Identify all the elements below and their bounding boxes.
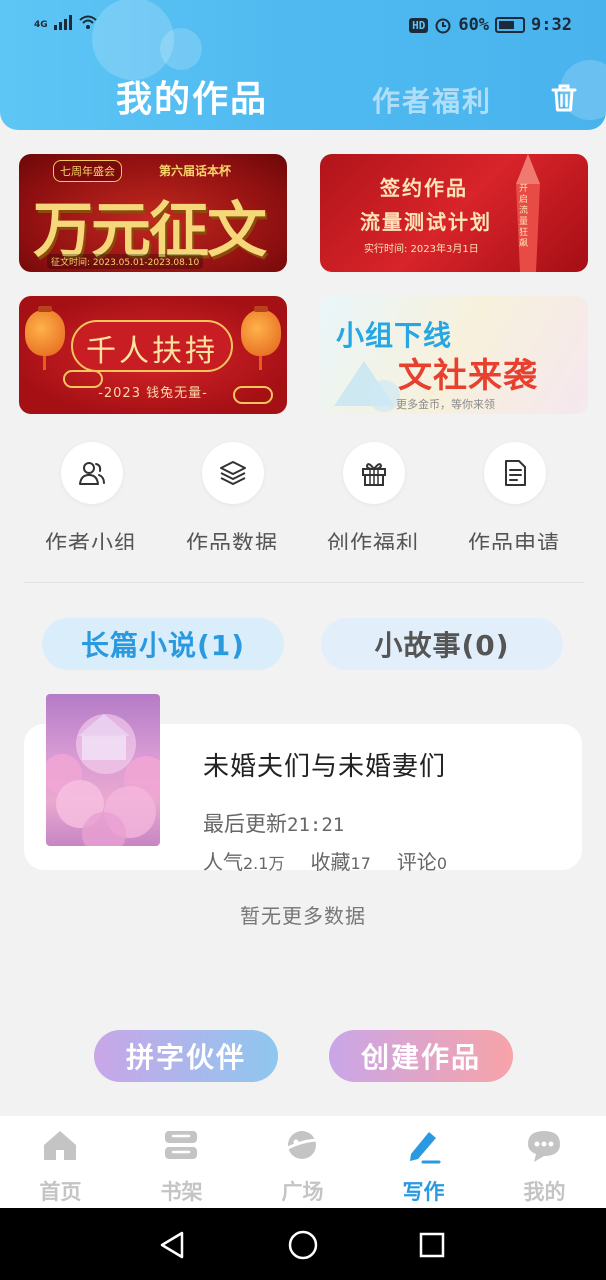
action-creation-benefits[interactable]: 创作福利: [303, 440, 443, 550]
tab-writing[interactable]: 写作: [363, 1126, 484, 1206]
users-icon: [79, 462, 105, 485]
bottom-tab-bar: 首页 书架 广场 写作 我的: [0, 1116, 606, 1208]
clock: 9:32: [531, 15, 572, 35]
back-icon[interactable]: [158, 1230, 186, 1260]
banner-subtitle: -2023 钱兔无量-: [98, 386, 208, 401]
battery-icon: [495, 17, 526, 33]
stat-comments: 评论0: [396, 850, 447, 874]
update-time: 21:21: [287, 814, 345, 836]
quick-actions: 作者小组 作品数据 创作福利 作品申请: [0, 440, 606, 550]
lantern-icon: [25, 306, 65, 370]
stat-popularity: 人气2.1万: [203, 850, 285, 874]
tab-label: 书架: [160, 1180, 203, 1204]
action-author-group[interactable]: 作者小组: [21, 440, 161, 550]
network-type: 4G: [34, 20, 48, 30]
layers-icon: [220, 461, 246, 485]
system-navigation-bar: [0, 1208, 606, 1280]
segment-novels[interactable]: 长篇小说(1): [42, 618, 284, 670]
create-work-button[interactable]: 创建作品: [329, 1030, 513, 1082]
tab-author-benefits[interactable]: 作者福利: [372, 80, 492, 120]
banner-tag: 七周年盛会: [53, 160, 122, 182]
tab-label: 首页: [39, 1180, 82, 1204]
banner-support[interactable]: 千人扶持 -2023 钱兔无量-: [19, 296, 287, 414]
no-more-data: 暂无更多数据: [240, 904, 366, 928]
book-cover[interactable]: [46, 694, 160, 846]
home-button-icon[interactable]: [287, 1229, 319, 1261]
partner-button[interactable]: 拼字伙伴: [94, 1030, 278, 1082]
work-last-update: 最后更新21:21: [203, 808, 344, 838]
banner-literary-club[interactable]: 小组下线 文社来袭 更多金币，等你来领: [320, 296, 588, 414]
stat-favorites: 收藏17: [310, 850, 371, 874]
update-label: 最后更新: [203, 812, 287, 836]
work-stats: 人气2.1万 收藏17 评论0: [203, 846, 447, 875]
work-title[interactable]: 未婚夫们与未婚妻们: [203, 746, 446, 783]
action-work-application[interactable]: 作品申请: [444, 440, 584, 550]
bookshelf-icon: [165, 1131, 197, 1159]
banner-subtitle: 文社来袭: [398, 356, 538, 396]
banner-frame: 千人扶持: [71, 320, 233, 372]
banner-caption: 更多金币，等你来领: [396, 398, 495, 411]
banner-date: 实行时间: 2023年3月1日: [364, 244, 479, 255]
tab-square[interactable]: 广场: [242, 1126, 363, 1206]
chat-icon: [528, 1131, 560, 1162]
tab-label: 写作: [402, 1180, 445, 1204]
banner-subtitle: 流量测试计划: [360, 210, 492, 234]
divider: [24, 582, 584, 583]
tab-mine[interactable]: 我的: [484, 1126, 605, 1206]
gift-icon: [362, 463, 386, 486]
tab-label: 广场: [281, 1180, 324, 1204]
banner-date: 征文时间: 2023.05.01-2023.08.10: [47, 254, 204, 269]
action-label: 创作福利: [326, 532, 419, 550]
hd-badge: HD: [409, 17, 429, 33]
recents-icon[interactable]: [418, 1231, 446, 1259]
banner-title: 签约作品: [380, 176, 468, 200]
action-label: 作品申请: [467, 532, 560, 550]
home-icon: [44, 1131, 76, 1160]
cover-art: [46, 714, 160, 846]
segment-short-stories[interactable]: 小故事(0): [321, 618, 563, 670]
action-label: 作者小组: [44, 532, 137, 550]
wifi-icon: [78, 15, 97, 29]
banner-title: 千人扶持: [86, 334, 218, 369]
banner-signed-works[interactable]: 签约作品 流量测试计划 实行时间: 2023年3月1日 开启流量狂飙: [320, 154, 588, 272]
planet-icon: [283, 1131, 321, 1159]
pen-icon: [410, 1132, 441, 1164]
lantern-icon: [241, 306, 281, 370]
tab-home[interactable]: 首页: [0, 1126, 121, 1206]
battery-percent: 60%: [458, 15, 490, 35]
trash-icon[interactable]: [548, 82, 580, 114]
action-label: 作品数据: [185, 532, 278, 550]
tab-my-works[interactable]: 我的作品: [116, 70, 268, 122]
document-icon: [505, 460, 526, 486]
alarm-icon: [435, 18, 451, 34]
banner-side-text: 开启流量狂飙: [519, 184, 529, 249]
status-bar: 4G HD 60% 9:32: [0, 12, 606, 40]
banner-essay-contest[interactable]: 七周年盛会 第六届话本杯 万元征文 征文时间: 2023.05.01-2023.…: [19, 154, 287, 272]
signal-icon: [53, 14, 72, 30]
action-work-data[interactable]: 作品数据: [162, 440, 302, 550]
header: 4G HD 60% 9:32 我的作品 作者福利: [0, 0, 606, 130]
banner-tag-secondary: 第六届话本杯: [159, 164, 232, 178]
decor-shapes: [334, 361, 400, 412]
tab-label: 我的: [523, 1180, 566, 1204]
tab-bookshelf[interactable]: 书架: [121, 1126, 242, 1206]
